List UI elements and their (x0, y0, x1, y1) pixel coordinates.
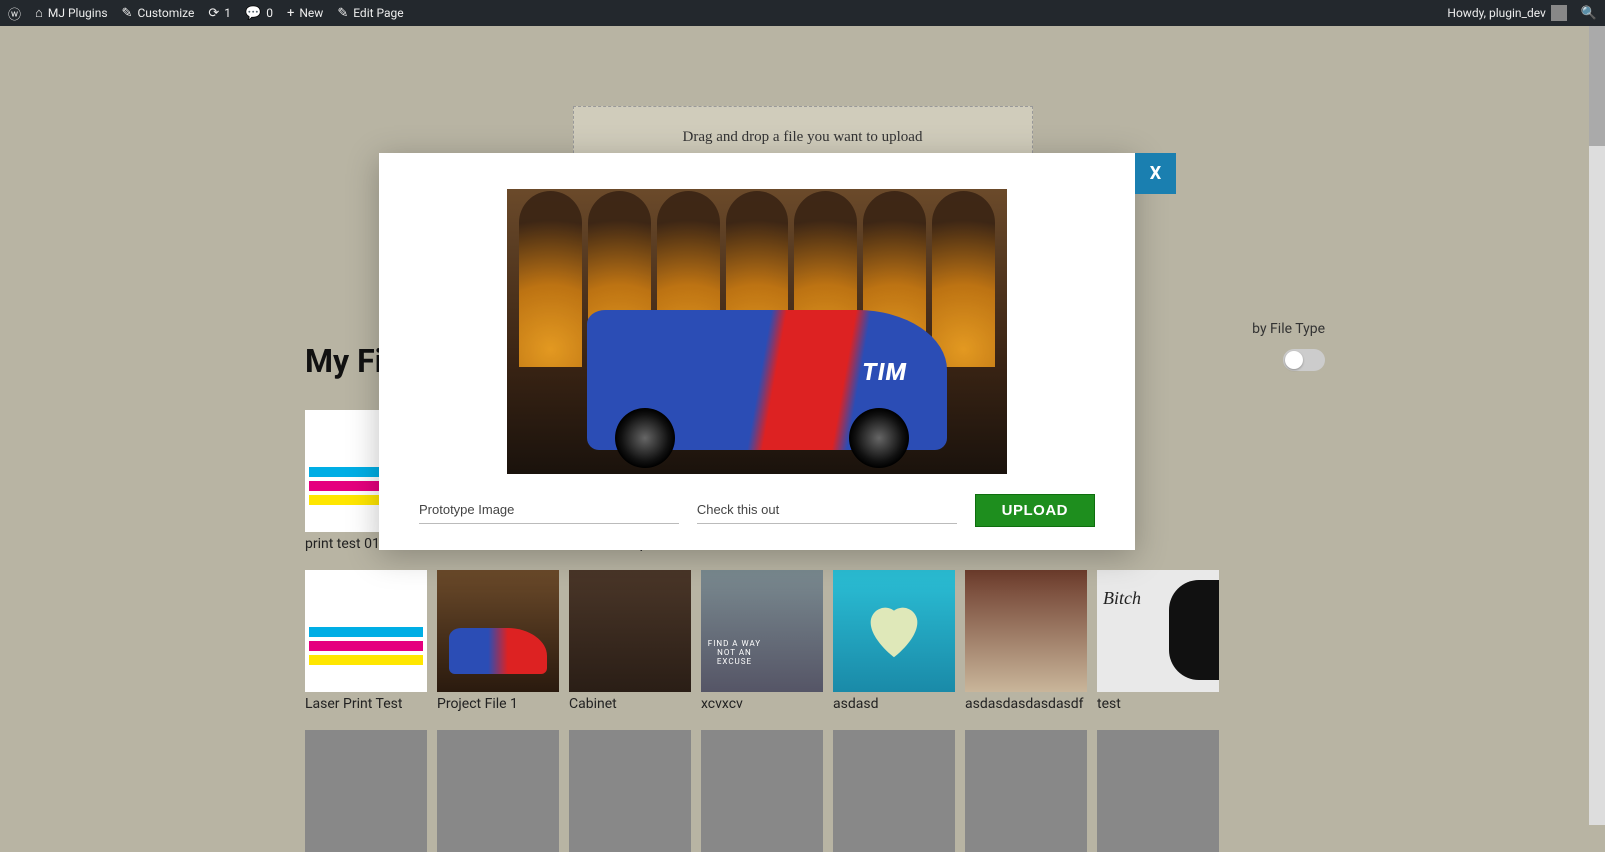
upload-modal: X TIM UPLOAD (379, 153, 1135, 550)
modal-overlay: X TIM UPLOAD (0, 0, 1605, 825)
upload-button[interactable]: UPLOAD (975, 494, 1095, 527)
upload-preview-image: TIM (507, 189, 1007, 474)
modal-close-button[interactable]: X (1135, 153, 1176, 194)
upload-description-input[interactable] (697, 498, 957, 524)
car-badge: TIM (862, 358, 907, 386)
upload-title-input[interactable] (419, 498, 679, 524)
